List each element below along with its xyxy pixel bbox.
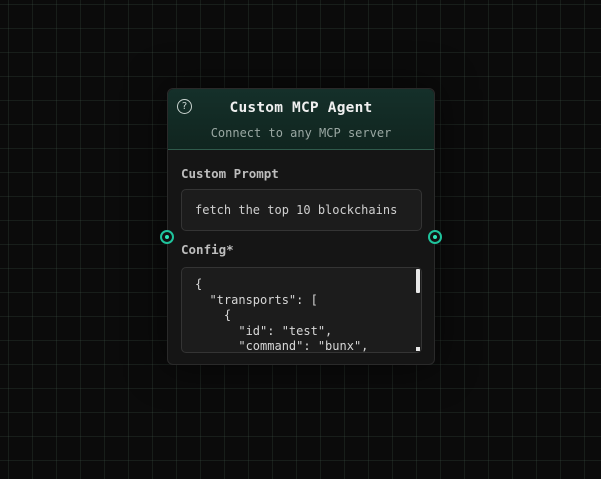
output-handle[interactable] [428,230,442,244]
config-text[interactable]: { "transports": [ { "id": "test", "comma… [182,268,421,352]
config-resize-handle[interactable] [416,347,420,351]
custom-prompt-input[interactable] [181,189,422,231]
config-scrollbar-thumb[interactable] [416,269,420,293]
node-header[interactable]: ? Custom MCP Agent Connect to any MCP se… [168,89,434,150]
config-editor[interactable]: { "transports": [ { "id": "test", "comma… [181,267,422,353]
flow-canvas[interactable]: ? Custom MCP Agent Connect to any MCP se… [0,0,601,479]
custom-prompt-label: Custom Prompt [181,166,279,181]
input-handle[interactable] [160,230,174,244]
config-scrollbar[interactable] [415,269,420,351]
config-label: Config* [181,242,234,257]
node-subtitle: Connect to any MCP server [210,126,392,140]
custom-mcp-agent-node[interactable]: ? Custom MCP Agent Connect to any MCP se… [160,88,442,365]
node-title: Custom MCP Agent [229,100,373,116]
